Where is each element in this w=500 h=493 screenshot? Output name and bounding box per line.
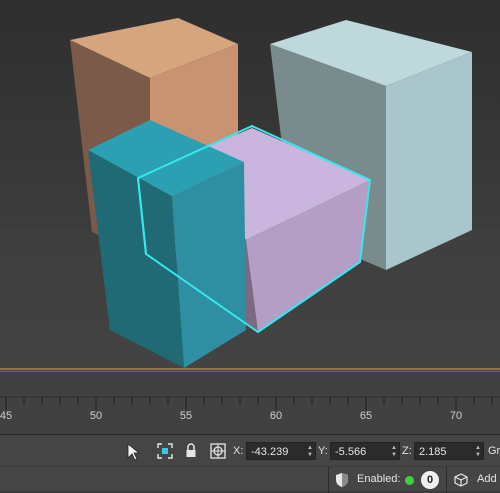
x-coordinate-value: -43.239 — [251, 446, 289, 458]
timeline-ticks — [0, 396, 500, 410]
z-coordinate-field[interactable]: 2.185 ▲ ▼ — [414, 442, 484, 460]
x-label: X: — [233, 445, 244, 457]
selection-lock-icon[interactable] — [156, 442, 174, 460]
timeline-label-55: 55 — [179, 410, 193, 422]
enabled-row: Enabled: 0 Add — [0, 466, 500, 493]
timeline-label-50: 50 — [89, 410, 103, 422]
shield-icon[interactable] — [333, 471, 351, 489]
absolute-mode-icon[interactable] — [209, 442, 227, 460]
pointer-cursor-icon — [124, 443, 142, 461]
add-label[interactable]: Add — [477, 473, 497, 485]
y-coordinate-field[interactable]: -5.566 ▲ ▼ — [330, 442, 400, 460]
timeline-ruler[interactable]: 45 50 55 60 65 70 — [0, 371, 500, 435]
padlock-icon[interactable] — [182, 442, 200, 460]
y-coordinate-value: -5.566 — [335, 446, 367, 458]
x-spinner-icon[interactable]: ▲ ▼ — [307, 445, 313, 459]
teal-box[interactable] — [88, 120, 246, 368]
grid-label: Gri — [488, 445, 500, 457]
enabled-status-dot — [405, 476, 414, 485]
timeline-label-70: 70 — [449, 410, 463, 422]
z-spinner-icon[interactable]: ▲ ▼ — [475, 445, 481, 459]
z-label: Z: — [402, 445, 412, 457]
y-spinner-icon[interactable]: ▲ ▼ — [391, 445, 397, 459]
timeline-label-65: 65 — [359, 410, 373, 422]
cube-icon[interactable] — [452, 471, 470, 489]
transform-row: X: -43.239 ▲ ▼ Y: -5.566 ▲ ▼ Z: 2.185 ▲ ▼ G… — [0, 441, 500, 467]
viewport-scene[interactable] — [0, 0, 500, 371]
enabled-count-badge[interactable]: 0 — [421, 471, 439, 489]
enabled-label: Enabled: — [357, 473, 401, 485]
z-coordinate-value: 2.185 — [419, 446, 447, 458]
x-coordinate-field[interactable]: -43.239 ▲ ▼ — [246, 442, 316, 460]
viewport[interactable] — [0, 0, 500, 371]
y-label: Y: — [318, 445, 328, 457]
timeline-label-60: 60 — [269, 410, 283, 422]
timeline-label-45: 45 — [0, 410, 13, 422]
status-bar: X: -43.239 ▲ ▼ Y: -5.566 ▲ ▼ Z: 2.185 ▲ ▼ G… — [0, 434, 500, 493]
